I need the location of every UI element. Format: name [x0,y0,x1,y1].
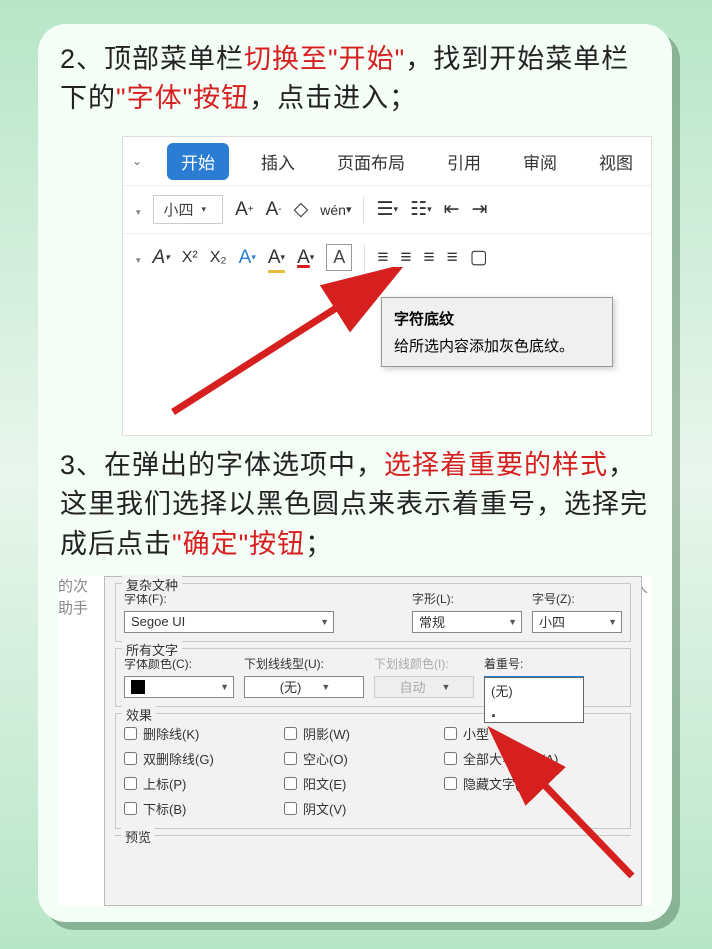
chk-engrave[interactable]: 阴文(V) [284,799,434,818]
effects-group: 效果 删除线(K) 阴影(W) 小型 双删除线(G) 空心(O) 全部大写字母(… [115,713,631,829]
font-size-value: 小四 [164,199,194,220]
chk-smallcaps[interactable]: 小型 [444,724,624,743]
preview-group: 预览 [115,835,631,855]
chevron-down-icon: ▼ [442,682,451,692]
step2-red1: 切换至"开始" [244,44,405,74]
step2-red2: "字体"按钮 [116,83,249,113]
color-swatch [131,680,145,694]
size-select[interactable]: 小四▼ [532,611,622,633]
preview-label: 预览 [121,827,155,846]
chk-subscript[interactable]: 下标(B) [124,799,274,818]
ribbon-row1: 小四 ▾ A+ A- ◇ wén▾ ☰▾ ☷▾ ⇤ ⇥ [123,185,651,233]
divider [364,245,365,271]
emphasis-option-dot[interactable]: . [485,703,583,722]
step3-suffix: ； [305,529,333,559]
effects-checks: 删除线(K) 阴影(W) 小型 双删除线(G) 空心(O) 全部大写字母(A) … [124,720,622,818]
chevron-down-icon: ▼ [220,682,229,692]
group2-label: 所有文字 [122,640,182,659]
chevron-down-icon: ▼ [508,617,517,627]
increase-font-icon[interactable]: A+ [235,199,254,221]
emphasis-option-none[interactable]: (无) [485,678,583,703]
group1-label: 复杂文种 [122,575,182,594]
align-left-icon[interactable]: ≡ [377,247,388,269]
indent-left-icon[interactable]: ⇤ [444,198,460,221]
decrease-font-icon[interactable]: A- [266,199,282,221]
divider [363,197,364,223]
more-dropdown[interactable] [133,248,141,268]
tab-layout[interactable]: 页面布局 [327,143,415,180]
tutorial-card: 2、顶部菜单栏切换至"开始"，找到开始菜单栏下的"字体"按钮，点击进入； ⌄ 开… [38,24,672,922]
step3-text: 3、在弹出的字体选项中，选择着重要的样式，这里我们选择以黑色圆点来表示着重号，选… [38,436,672,573]
font-style-icon[interactable]: A▾ [153,247,170,269]
align-justify-icon[interactable]: ≡ [447,247,458,269]
superscript-icon[interactable]: X² [182,249,198,267]
underline-select[interactable]: (无)▼ [244,676,364,698]
dropdown-icon[interactable]: ⌄ [129,153,145,169]
chevron-down-icon: ▼ [320,617,329,627]
font-color-icon[interactable]: A▾ [297,247,314,269]
tab-review[interactable]: 审阅 [513,143,567,180]
step3-prefix: 3、在弹出的字体选项中， [60,450,384,480]
tab-insert[interactable]: 插入 [251,143,305,180]
chk-allcaps[interactable]: 全部大写字母(A) [444,749,624,768]
all-text-group: 所有文字 字体颜色(C): ▼ 下划线线型(U): (无)▼ [115,648,631,707]
phonetic-icon[interactable]: wén▾ [320,202,351,218]
bullet-list-icon[interactable]: ☰▾ [376,198,398,221]
ribbon-row2: A▾ X² X₂ A▾ A▾ A▾ A ≡ ≡ ≡ ≡ ▢ [123,233,651,281]
text-effect-icon[interactable]: A▾ [239,247,256,269]
chk-strikethrough[interactable]: 删除线(K) [124,724,274,743]
tab-reference[interactable]: 引用 [437,143,491,180]
chk-outline[interactable]: 空心(O) [284,749,434,768]
style-label: 字形(L): [412,590,522,607]
group3-label: 效果 [122,705,156,724]
chk-shadow[interactable]: 阴影(W) [284,724,434,743]
chevron-down-icon: ▾ [202,204,207,215]
ribbon-screenshot: ⌄ 开始 插入 页面布局 引用 审阅 视图 小四 ▾ A+ A- ◇ wén▾ … [122,136,652,436]
indent-right-icon[interactable]: ⇥ [472,198,488,221]
clear-format-icon[interactable]: ◇ [294,198,309,221]
chevron-down-icon: ▼ [321,682,330,692]
font-color-select[interactable]: ▼ [124,676,234,698]
step3-red2: "确定"按钮 [172,529,305,559]
tab-home[interactable]: 开始 [167,143,229,180]
align-center-icon[interactable]: ≡ [400,247,411,269]
underline-color-label: 下划线颜色(I): [374,655,474,672]
font-dialog-screenshot: 的次 助手 报人 复杂文种 字体(F): Segoe UI▼ 字形(L): [58,576,652,906]
char-shading-button[interactable]: A [326,244,352,271]
chk-emboss[interactable]: 阳文(E) [284,774,434,793]
size-label: 字号(Z): [532,590,622,607]
tooltip-title: 字符底纹 [394,308,600,329]
step2-text: 2、顶部菜单栏切换至"开始"，找到开始菜单栏下的"字体"按钮，点击进入； [38,24,672,128]
ribbon-tabs: ⌄ 开始 插入 页面布局 引用 审阅 视图 [123,137,651,185]
chk-superscript[interactable]: 上标(P) [124,774,274,793]
distribute-icon[interactable]: ▢ [470,246,488,269]
emphasis-dropdown: (无) . [484,677,584,723]
font-size-select[interactable]: 小四 ▾ [153,195,224,224]
font-family-dropdown[interactable] [133,200,141,220]
font-select[interactable]: Segoe UI▼ [124,611,334,633]
align-right-icon[interactable]: ≡ [424,247,435,269]
underline-color-select: 自动▼ [374,676,474,698]
subscript-icon[interactable]: X₂ [210,249,227,267]
chk-double-strike[interactable]: 双删除线(G) [124,749,274,768]
tooltip: 字符底纹 给所选内容添加灰色底纹。 [381,297,613,367]
highlight-color-icon[interactable]: A▾ [268,247,285,269]
emphasis-label: 着重号: [484,655,584,672]
step3-red1: 选择着重要的样式 [384,450,608,480]
underline-label: 下划线线型(U): [244,655,364,672]
tab-view[interactable]: 视图 [589,143,643,180]
complex-scripts-group: 复杂文种 字体(F): Segoe UI▼ 字形(L): 常规▼ [115,583,631,642]
red-arrow-annotation [153,267,413,417]
bg-text-left: 的次 助手 [58,576,108,621]
chk-hidden[interactable]: 隐藏文字(H) [444,774,624,793]
chevron-down-icon: ▼ [608,617,617,627]
font-dialog: 复杂文种 字体(F): Segoe UI▼ 字形(L): 常规▼ [104,576,642,906]
step2-prefix: 2、顶部菜单栏 [60,44,244,74]
number-list-icon[interactable]: ☷▾ [410,198,432,221]
style-select[interactable]: 常规▼ [412,611,522,633]
tooltip-body: 给所选内容添加灰色底纹。 [394,335,600,356]
step2-suffix: ，点击进入； [249,83,417,113]
